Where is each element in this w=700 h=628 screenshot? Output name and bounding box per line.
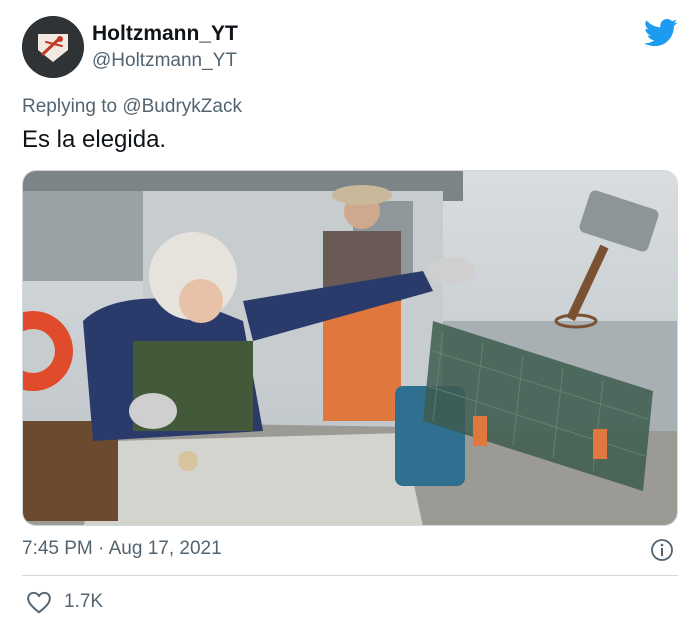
timestamp-separator: · [98,538,105,559]
author-handle[interactable]: @Holtzmann_YT [92,50,237,72]
avatar[interactable] [22,16,84,78]
reply-prefix: Replying to [22,96,118,117]
tweet-timestamp[interactable]: 7:45 PM · Aug 17, 2021 [22,538,222,560]
author-display-name[interactable]: Holtzmann_YT [92,22,238,46]
tweet-date: Aug 17, 2021 [108,538,222,559]
tweet-text: Es la elegida. [22,126,167,153]
photo-lobster-boat [23,171,677,525]
reply-context: Replying to @BudrykZack [22,96,242,118]
twitter-bird-icon[interactable] [644,18,678,48]
tweet-card: Holtzmann_YT @Holtzmann_YT Replying to @… [0,0,700,628]
tweet-photo[interactable] [22,170,678,526]
tweet-time: 7:45 PM [22,538,93,559]
reply-mention-link[interactable]: @BudrykZack [122,96,242,117]
divider [22,575,678,576]
like-count[interactable]: 1.7K [64,591,103,613]
heart-icon[interactable] [26,590,52,614]
info-icon[interactable] [650,538,674,562]
